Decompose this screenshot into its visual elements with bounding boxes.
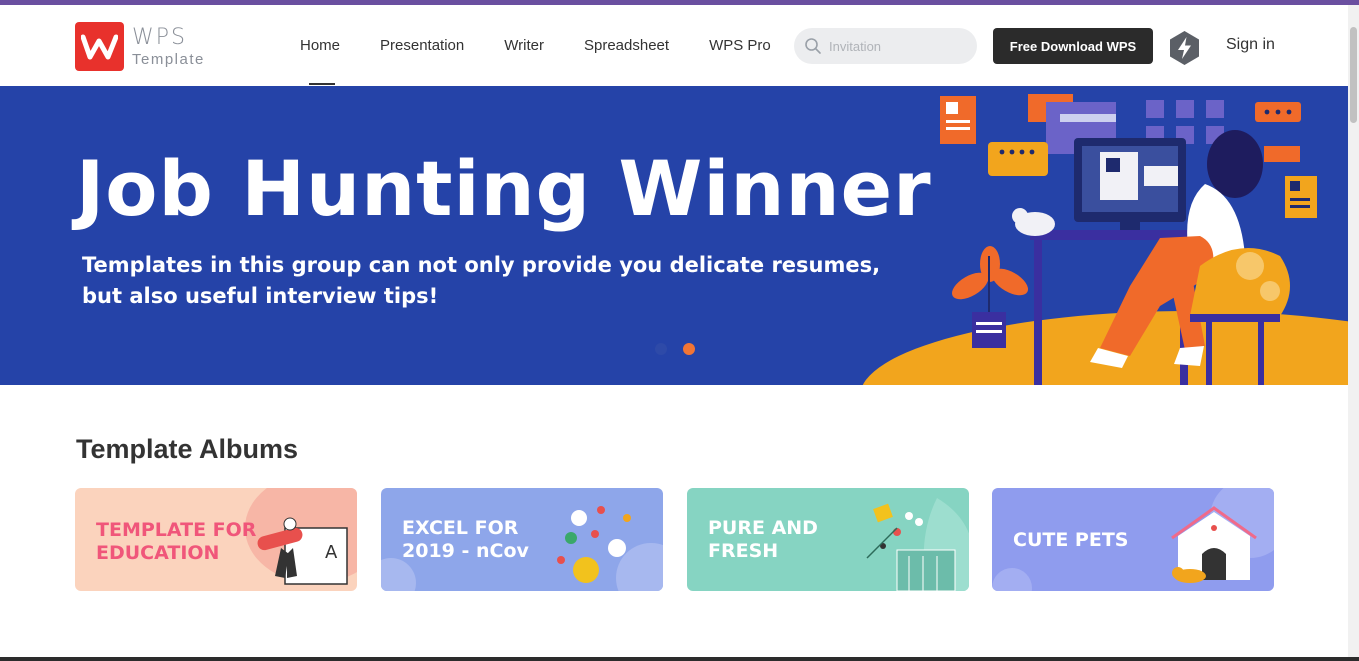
hero-banner[interactable]: Job Hunting Winner Templates in this gro…: [0, 86, 1348, 385]
sign-in-link[interactable]: Sign in: [1226, 36, 1275, 54]
svg-text:A: A: [325, 542, 338, 563]
banner-title: Job Hunting Winner: [76, 144, 932, 233]
album-card-cute-pets[interactable]: CUTE PETS: [992, 488, 1274, 591]
lightning-icon[interactable]: [1168, 30, 1201, 66]
search-box[interactable]: [794, 28, 977, 64]
wps-template-logo[interactable]: WPS Template: [75, 22, 205, 71]
nav-spreadsheet[interactable]: Spreadsheet: [564, 5, 689, 86]
template-albums-heading: Template Albums: [76, 434, 299, 464]
album-card-pure-fresh[interactable]: PURE AND FRESH: [687, 488, 969, 591]
album-label-cute-pets: CUTE PETS: [1013, 529, 1129, 551]
album-card-excel-ncov[interactable]: EXCEL FOR 2019 - nCov: [381, 488, 663, 591]
logo-wordmark: WPS: [132, 24, 187, 50]
logo-subtitle: Template: [132, 50, 205, 68]
page-scrollbar[interactable]: [1348, 5, 1359, 657]
nav-presentation[interactable]: Presentation: [360, 5, 484, 86]
nav-home[interactable]: Home: [280, 5, 360, 86]
album-label-education: TEMPLATE FOR EDUCATION: [96, 519, 257, 564]
main-nav: Home Presentation Writer Spreadsheet WPS…: [280, 5, 791, 86]
bottom-edge-bar: [0, 657, 1359, 661]
search-icon: [805, 38, 821, 54]
carousel-dot-2[interactable]: [683, 343, 695, 355]
wps-logo-icon: [75, 22, 124, 71]
album-card-education[interactable]: A TEMPLATE FOR EDUCATION: [75, 488, 357, 591]
carousel-dot-1[interactable]: [655, 343, 667, 355]
site-header: WPS Template Home Presentation Writer Sp…: [0, 5, 1348, 86]
album-label-pure-fresh: PURE AND FRESH: [708, 517, 818, 562]
banner-subtitle: Templates in this group can not only pro…: [82, 253, 881, 308]
search-input[interactable]: [829, 38, 969, 54]
job-hunting-illustration: [862, 94, 1348, 385]
nav-wps-pro[interactable]: WPS Pro: [689, 5, 791, 86]
album-label-excel-ncov: EXCEL FOR 2019 - nCov: [402, 517, 529, 562]
free-download-button[interactable]: Free Download WPS: [993, 28, 1153, 64]
scrollbar-thumb[interactable]: [1350, 27, 1357, 123]
nav-writer[interactable]: Writer: [484, 5, 564, 86]
